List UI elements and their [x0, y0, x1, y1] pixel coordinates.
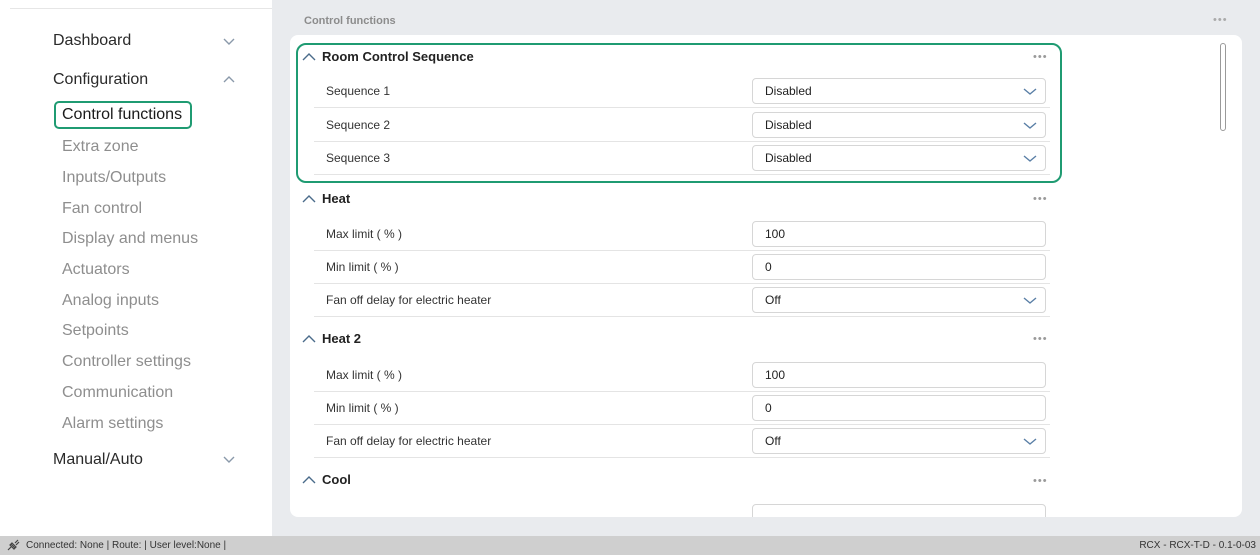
more-options-icon[interactable]: •••	[1033, 193, 1048, 205]
section-header-cool[interactable]: Cool	[302, 471, 351, 491]
heat-fan-off-delay-select[interactable]: Off	[752, 287, 1046, 313]
more-options-icon[interactable]: •••	[1033, 475, 1048, 487]
heat2-min-limit-input[interactable]: 0	[752, 395, 1046, 421]
setting-row: Min limit ( % ) 0	[314, 251, 1050, 284]
input-value: 100	[765, 227, 786, 241]
setting-row: Min limit ( % ) 0	[314, 392, 1050, 425]
nav-fan-control[interactable]: Fan control	[62, 200, 142, 218]
status-bar: Connected: None | Route: | User level:No…	[0, 536, 1260, 555]
setting-row: Fan off delay for electric heater Off	[314, 284, 1050, 317]
section-title: Heat 2	[322, 331, 362, 347]
nav-dashboard[interactable]: Dashboard	[53, 32, 131, 50]
highlight-box	[296, 43, 1062, 183]
input-value: 0	[765, 401, 772, 415]
nav-analog-inputs[interactable]: Analog inputs	[62, 292, 159, 310]
nav-communication[interactable]: Communication	[62, 384, 173, 402]
nav-configuration[interactable]: Configuration	[53, 71, 148, 89]
setting-row: Fan off delay for electric heater Off	[314, 425, 1050, 458]
chevron-up-icon	[302, 475, 316, 485]
nav-control-functions[interactable]: Control functions	[54, 101, 192, 129]
select-value: Off	[765, 434, 781, 448]
connection-status: Connected: None | Route: | User level:No…	[26, 540, 227, 551]
section-header-heat-2[interactable]: Heat 2	[302, 330, 361, 350]
nav-inputs-outputs[interactable]: Inputs/Outputs	[62, 169, 166, 187]
chevron-down-icon	[1023, 437, 1037, 446]
setting-label: Min limit ( % )	[326, 401, 399, 415]
chevron-up-icon	[302, 334, 316, 344]
nav-alarm-settings[interactable]: Alarm settings	[62, 415, 163, 433]
sidebar: Dashboard Configuration Control function…	[0, 0, 272, 536]
setting-label: Fan off delay for electric heater	[326, 293, 492, 307]
setting-label: Fan off delay for electric heater	[326, 434, 492, 448]
chevron-up-icon[interactable]	[222, 72, 236, 86]
setting-label: Max limit ( % )	[326, 227, 402, 241]
section-title: Heat	[322, 191, 351, 207]
scrollbar[interactable]	[1220, 43, 1226, 509]
section-header-heat[interactable]: Heat	[302, 190, 350, 210]
cool-field-partial[interactable]	[752, 504, 1046, 517]
nav-setpoints[interactable]: Setpoints	[62, 322, 129, 340]
page-title: Control functions	[304, 15, 396, 27]
more-options-icon[interactable]: •••	[1033, 333, 1048, 345]
divider	[10, 8, 272, 9]
device-version: RCX - RCX-T-D - 0.1-0-03	[1139, 540, 1256, 551]
heat2-max-limit-input[interactable]: 100	[752, 362, 1046, 388]
setting-label: Max limit ( % )	[326, 368, 402, 382]
heat-min-limit-input[interactable]: 0	[752, 254, 1046, 280]
nav-controller-settings[interactable]: Controller settings	[62, 353, 191, 371]
setting-label: Min limit ( % )	[326, 260, 399, 274]
nav-extra-zone[interactable]: Extra zone	[62, 138, 138, 156]
nav-actuators[interactable]: Actuators	[62, 261, 130, 279]
setting-row: Max limit ( % ) 100	[314, 218, 1050, 251]
chevron-up-icon	[302, 194, 316, 204]
chevron-down-icon[interactable]	[222, 452, 236, 466]
heat2-fan-off-delay-select[interactable]: Off	[752, 428, 1046, 454]
section-title: Cool	[322, 472, 351, 488]
more-options-icon[interactable]: •••	[1213, 14, 1228, 26]
chevron-down-icon[interactable]	[222, 34, 236, 48]
nav-manual-auto[interactable]: Manual/Auto	[53, 451, 143, 469]
chevron-down-icon	[1023, 296, 1037, 305]
nav-display-and-menus[interactable]: Display and menus	[62, 230, 198, 248]
plug-icon	[6, 539, 20, 552]
heat-max-limit-input[interactable]: 100	[752, 221, 1046, 247]
content-panel: Room Control Sequence ••• Sequence 1 Dis…	[290, 35, 1242, 517]
select-value: Off	[765, 293, 781, 307]
setting-row: Max limit ( % ) 100	[314, 359, 1050, 392]
scrollbar-thumb[interactable]	[1220, 43, 1226, 131]
input-value: 0	[765, 260, 772, 274]
input-value: 100	[765, 368, 786, 382]
